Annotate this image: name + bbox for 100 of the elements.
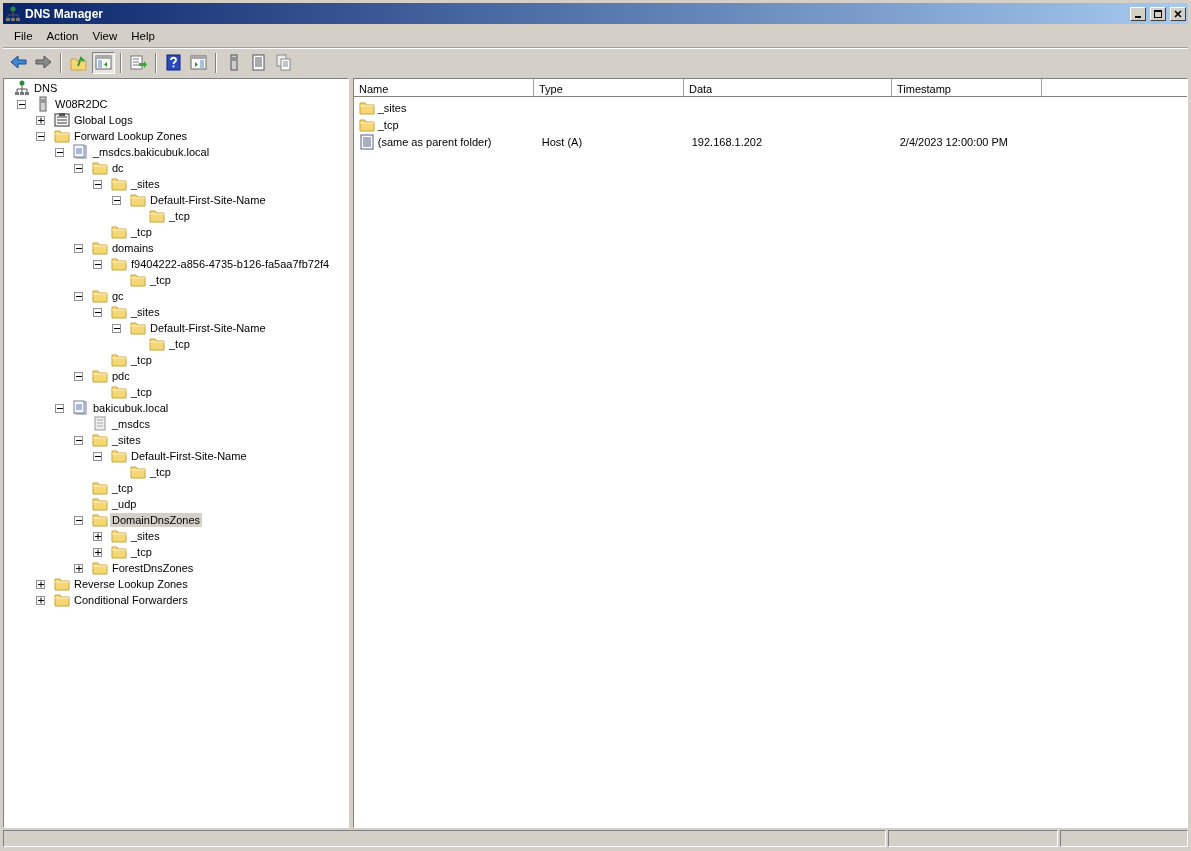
- folder-icon: [92, 160, 108, 176]
- tree-item[interactable]: _tcp: [167, 337, 192, 351]
- close-button[interactable]: [1170, 6, 1186, 21]
- tree-item[interactable]: _tcp: [110, 481, 135, 495]
- tree-item[interactable]: _tcp: [129, 225, 154, 239]
- tree-item[interactable]: _udp: [110, 497, 139, 511]
- collapse-toggle[interactable]: [55, 403, 64, 413]
- folder-icon: [111, 528, 127, 544]
- folder-icon: [149, 336, 165, 352]
- collapse-toggle[interactable]: [74, 243, 83, 253]
- expand-toggle[interactable]: [93, 531, 102, 541]
- tree-item[interactable]: _tcp: [129, 545, 154, 559]
- tree-item[interactable]: Global Logs: [72, 113, 135, 127]
- tree-item[interactable]: f9404222-a856-4735-b126-fa5aa7fb72f4: [129, 257, 332, 271]
- tree-item[interactable]: DNS: [32, 81, 60, 95]
- tree-item[interactable]: Reverse Lookup Zones: [72, 577, 190, 591]
- folder-icon: [92, 368, 108, 384]
- folder-icon: [149, 208, 165, 224]
- tree-item[interactable]: bakicubuk.local: [91, 401, 171, 415]
- menu-item[interactable]: File: [7, 25, 40, 48]
- tree-item[interactable]: Forward Lookup Zones: [72, 129, 190, 143]
- tree-item[interactable]: _msdcs.bakicubuk.local: [91, 145, 212, 159]
- tree-item[interactable]: _tcp: [129, 385, 154, 399]
- tree-item[interactable]: gc: [110, 289, 126, 303]
- collapse-toggle[interactable]: [74, 515, 83, 525]
- pages-icon: [274, 53, 293, 72]
- collapse-toggle[interactable]: [74, 435, 83, 445]
- tree-item[interactable]: _msdcs: [110, 417, 152, 431]
- zone-icon: [73, 144, 89, 160]
- expand-toggle[interactable]: [36, 579, 45, 589]
- tree-item[interactable]: _tcp: [129, 353, 154, 367]
- expand-toggle[interactable]: [74, 563, 83, 573]
- collapse-toggle[interactable]: [17, 99, 26, 109]
- folder-icon: [92, 240, 108, 256]
- folder-icon: [92, 512, 108, 528]
- list-item-name[interactable]: _sites: [377, 100, 407, 117]
- tree-item[interactable]: ForestDnsZones: [110, 561, 196, 575]
- folder-icon: [92, 480, 108, 496]
- folder-icon: [111, 352, 127, 368]
- record-icon: [359, 134, 375, 151]
- list-item-name[interactable]: (same as parent folder): [377, 134, 492, 151]
- folder-icon: [111, 448, 127, 464]
- back-arrow-icon: [9, 53, 28, 72]
- collapse-toggle[interactable]: [55, 147, 64, 157]
- tree-item[interactable]: Default-First-Site-Name: [148, 193, 268, 207]
- table-cell-text: Host (A): [541, 135, 583, 150]
- list-item-name[interactable]: _tcp: [377, 117, 399, 134]
- expand-toggle[interactable]: [93, 547, 102, 557]
- collapse-toggle[interactable]: [74, 291, 83, 301]
- tree-item[interactable]: pdc: [110, 369, 132, 383]
- tree-item[interactable]: _sites: [129, 305, 162, 319]
- maximize-button[interactable]: [1150, 6, 1166, 21]
- tree-item[interactable]: Default-First-Site-Name: [148, 321, 268, 335]
- folder-icon: [111, 544, 127, 560]
- tree-item[interactable]: W08R2DC: [53, 97, 110, 111]
- folder-icon: [111, 304, 127, 320]
- collapse-toggle[interactable]: [93, 307, 102, 317]
- collapse-toggle[interactable]: [112, 195, 121, 205]
- tree-pane-button[interactable]: [92, 51, 115, 74]
- collapse-toggle[interactable]: [112, 323, 121, 333]
- folder-icon: [359, 100, 375, 117]
- expand-toggle[interactable]: [36, 115, 45, 125]
- collapse-toggle[interactable]: [74, 163, 83, 173]
- tree-item[interactable]: _sites: [129, 529, 162, 543]
- folder-icon: [54, 576, 70, 592]
- export-list-icon: [129, 53, 148, 72]
- tree-item[interactable]: domains: [110, 241, 156, 255]
- folder-icon: [130, 192, 146, 208]
- tree-item[interactable]: _sites: [129, 177, 162, 191]
- folder-icon: [92, 288, 108, 304]
- tree-item[interactable]: Default-First-Site-Name: [129, 449, 249, 463]
- folder-icon: [111, 256, 127, 272]
- folder-icon: [130, 464, 146, 480]
- maximize-icon: [1153, 8, 1163, 19]
- tree-item[interactable]: _sites: [110, 433, 143, 447]
- tree-item[interactable]: DomainDnsZones: [110, 513, 203, 527]
- plus-icon: [37, 596, 44, 604]
- tree-item[interactable]: _tcp: [167, 209, 192, 223]
- list-icon: [249, 53, 268, 72]
- folder-icon: [130, 320, 146, 336]
- tree-item[interactable]: _tcp: [148, 465, 173, 479]
- folder-icon: [111, 384, 127, 400]
- collapse-toggle[interactable]: [36, 131, 45, 141]
- collapse-toggle[interactable]: [93, 451, 102, 461]
- minimize-button[interactable]: [1130, 6, 1146, 21]
- tree-item[interactable]: Conditional Forwarders: [72, 593, 190, 607]
- tree-item[interactable]: _tcp: [148, 273, 173, 287]
- collapse-toggle[interactable]: [93, 259, 102, 269]
- collapse-toggle[interactable]: [74, 371, 83, 381]
- tree-pane-icon: [94, 53, 113, 72]
- expand-toggle[interactable]: [36, 595, 45, 605]
- menu-item[interactable]: Action: [39, 25, 86, 48]
- tree-item[interactable]: dc: [110, 161, 126, 175]
- network-icon: [5, 5, 21, 22]
- folder-icon: [111, 224, 127, 240]
- menu-item[interactable]: Help: [124, 25, 162, 48]
- help-icon: [164, 53, 183, 72]
- plus-icon: [37, 580, 44, 588]
- menu-item[interactable]: View: [85, 25, 125, 48]
- collapse-toggle[interactable]: [93, 179, 102, 189]
